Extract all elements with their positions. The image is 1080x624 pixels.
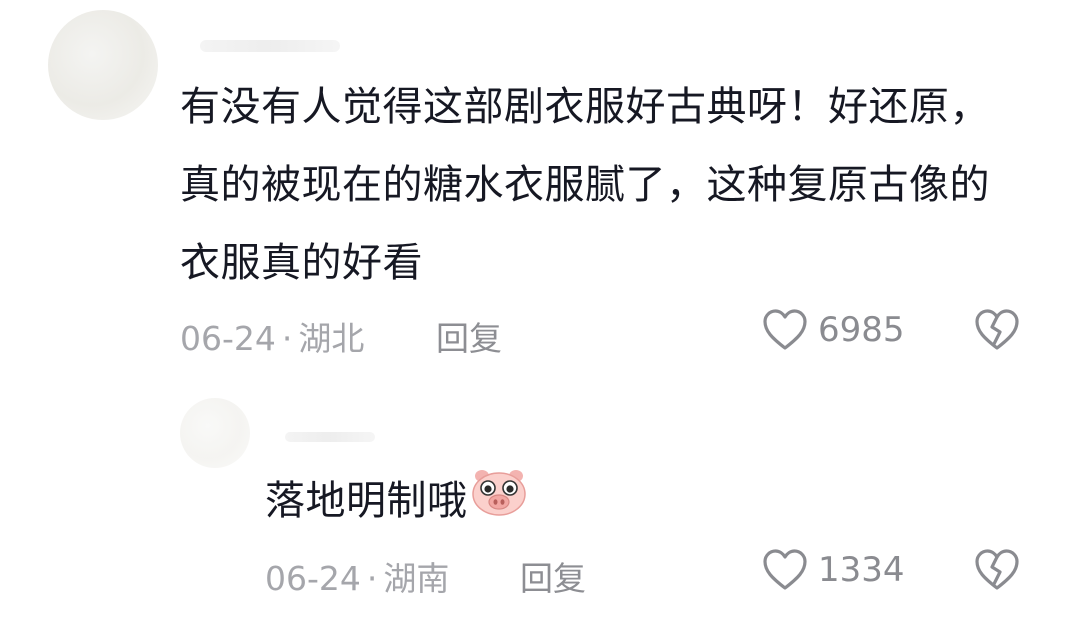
heart-outline-icon bbox=[762, 308, 808, 352]
comment-location: 湖南 bbox=[383, 559, 450, 598]
avatar[interactable] bbox=[48, 10, 158, 120]
comment-location: 湖北 bbox=[298, 319, 365, 358]
broken-heart-icon bbox=[973, 549, 1021, 596]
avatar[interactable] bbox=[180, 398, 250, 468]
reply-button[interactable]: 回复 bbox=[436, 312, 502, 360]
broken-heart-icon bbox=[973, 309, 1021, 356]
comment-date: 06-24 bbox=[265, 559, 361, 598]
like-button[interactable]: 6985 bbox=[762, 308, 905, 352]
comment-date: 06-24 bbox=[180, 319, 276, 358]
dislike-button[interactable] bbox=[973, 548, 1021, 596]
reply-item: 落地明制哦 06-24 · 湖南 回复 1334 bbox=[0, 380, 1080, 624]
comment-text: 落地明制哦 bbox=[265, 462, 1005, 542]
comment-item: 有没有人觉得这部剧衣服好古典呀！好还原，真的被现在的糖水衣服腻了，这种复原古像的… bbox=[0, 0, 1080, 380]
reply-button[interactable]: 回复 bbox=[520, 552, 586, 600]
dislike-button[interactable] bbox=[973, 308, 1021, 356]
username[interactable] bbox=[285, 432, 375, 442]
comment-meta: 06-24 · 湖北 bbox=[180, 312, 364, 360]
comment-text: 有没有人觉得这部剧衣服好古典呀！好还原，真的被现在的糖水衣服腻了，这种复原古像的… bbox=[180, 84, 990, 286]
comment-meta: 06-24 · 湖南 bbox=[265, 552, 449, 600]
like-count: 1334 bbox=[818, 550, 905, 590]
username[interactable] bbox=[200, 40, 340, 52]
like-button[interactable]: 1334 bbox=[762, 548, 905, 592]
heart-outline-icon bbox=[762, 548, 808, 592]
like-count: 6985 bbox=[818, 310, 905, 350]
meta-separator: · bbox=[281, 319, 293, 358]
meta-separator: · bbox=[366, 559, 378, 598]
pig-emoji-icon bbox=[470, 464, 528, 542]
comment-text-content: 落地明制哦 bbox=[265, 478, 468, 524]
